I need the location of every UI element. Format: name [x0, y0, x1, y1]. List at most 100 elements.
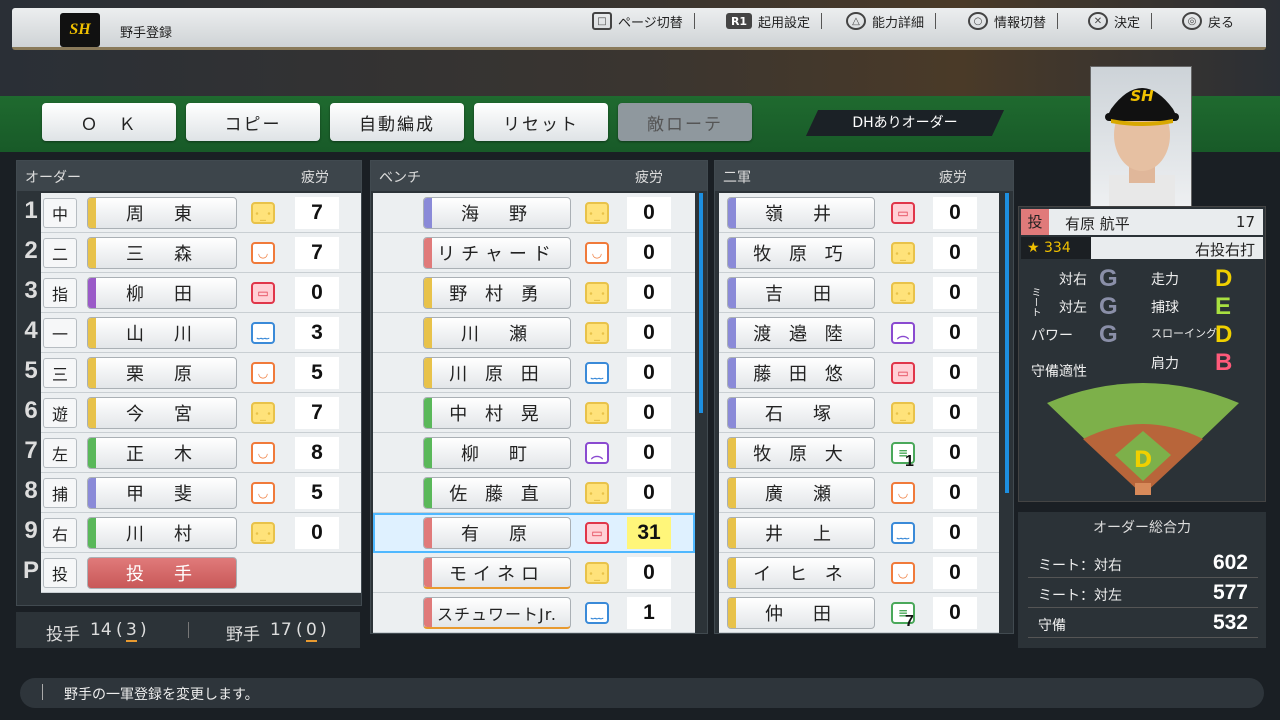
player-name-button[interactable]: 井 上	[727, 517, 875, 549]
pitcher-paren-close: )	[140, 620, 147, 640]
player-name-button[interactable]: 三 森	[87, 237, 237, 269]
player-name-button[interactable]: 川 瀬	[423, 317, 571, 349]
player-name-button[interactable]: 今 宮	[87, 397, 237, 429]
player-name-button[interactable]: 海 野	[423, 197, 571, 229]
hint-5[interactable]: ◎ 戻る	[1182, 12, 1234, 31]
player-name: 栗 原	[126, 364, 198, 385]
ok-button[interactable]: Ｏ Ｋ	[42, 103, 176, 141]
stat-grade: D	[1215, 265, 1233, 292]
hint-0[interactable]: □ ページ切替	[592, 12, 695, 31]
player-name-button[interactable]: 柳 田	[87, 277, 237, 309]
order-row[interactable]: 9右 川 村 ･_･ 0	[24, 513, 361, 553]
bench-scrollbar[interactable]	[699, 193, 703, 413]
bench-row[interactable]: 有 原 ▭ 31	[373, 513, 695, 553]
player-name-button[interactable]: 川 村	[87, 517, 237, 549]
order-row[interactable]: 6遊 今 宮 ･_･ 7	[24, 393, 361, 433]
condition-good-icon: ◡	[891, 562, 915, 584]
farm-row[interactable]: 井 上 ﹏ 0	[719, 513, 999, 553]
bench-row[interactable]: 川 原 田 ﹏ 0	[373, 353, 695, 393]
player-name-button[interactable]: 牧 原 巧	[727, 237, 875, 269]
bench-row[interactable]: 海 野 ･_･ 0	[373, 193, 695, 233]
player-name-button[interactable]: 正 木	[87, 437, 237, 469]
bench-row[interactable]: モイネロ ･_･ 0	[373, 553, 695, 593]
pitcher-subcount: 3	[126, 620, 137, 642]
player-name-button[interactable]: スチュワートJr.	[423, 597, 571, 629]
player-name-button[interactable]: 川 原 田	[423, 357, 571, 389]
farm-row[interactable]: 藤 田 悠 ▭ 0	[719, 353, 999, 393]
order-row[interactable]: 3指 柳 田 ▭ 0	[24, 273, 361, 313]
player-name-button[interactable]: 野 村 勇	[423, 277, 571, 309]
player-name-button[interactable]: 投 手	[87, 557, 237, 589]
order-fatigue-header: 疲労	[301, 170, 329, 186]
player-name-button[interactable]: 石 塚	[727, 397, 875, 429]
player-name-button[interactable]: 周 東	[87, 197, 237, 229]
player-type-bar	[88, 438, 96, 468]
farm-row[interactable]: 牧 原 巧 ･_･ 0	[719, 233, 999, 273]
farm-row[interactable]: イ ヒ ネ ◡ 0	[719, 553, 999, 593]
copy-button[interactable]: コピー	[186, 103, 320, 141]
hint-1[interactable]: R1 起用設定	[726, 12, 823, 31]
hint-4[interactable]: ✕ 決定	[1088, 12, 1153, 31]
player-name-button[interactable]: リチャード	[423, 237, 571, 269]
player-name-button[interactable]: 柳 町	[423, 437, 571, 469]
player-name-button[interactable]: 栗 原	[87, 357, 237, 389]
fatigue-value: 0	[933, 437, 977, 469]
overall-row: 守備 532	[1028, 610, 1258, 638]
player-name-button[interactable]: 中 村 晃	[423, 397, 571, 429]
condition-best-icon: ▭	[251, 282, 275, 304]
player-name-button[interactable]: 仲 田	[727, 597, 875, 629]
player-type-bar	[424, 198, 432, 228]
player-name-button[interactable]: 渡 邉 陸	[727, 317, 875, 349]
help-bar: 野手の一軍登録を変更します。	[20, 678, 1264, 708]
hint-2[interactable]: △ 能力詳細	[846, 12, 937, 31]
position-label: 三	[43, 358, 77, 388]
farm-row[interactable]: 吉 田 ･_･ 0	[719, 273, 999, 313]
order-row[interactable]: 8捕 甲 斐 ◡ 5	[24, 473, 361, 513]
hint-3[interactable]: ○ 情報切替	[968, 12, 1059, 31]
player-name-button[interactable]: 佐 藤 直	[423, 477, 571, 509]
dh-order-label: DHありオーダー	[852, 115, 958, 131]
player-name-button[interactable]: 藤 田 悠	[727, 357, 875, 389]
bench-row[interactable]: 中 村 晃 ･_･ 0	[373, 393, 695, 433]
farm-row[interactable]: 渡 邉 陸 ︵ 0	[719, 313, 999, 353]
order-row[interactable]: P投 投 手	[23, 553, 361, 593]
bench-row[interactable]: 川 瀬 ･_･ 0	[373, 313, 695, 353]
player-name-button[interactable]: 吉 田	[727, 277, 875, 309]
farm-row[interactable]: 石 塚 ･_･ 0	[719, 393, 999, 433]
bench-row[interactable]: スチュワートJr. ﹏ 1	[373, 593, 695, 633]
fatigue-value: 8	[295, 437, 339, 469]
player-name-button[interactable]: 山 川	[87, 317, 237, 349]
bench-fatigue-header: 疲労	[635, 170, 663, 186]
player-name: 川 村	[126, 524, 198, 545]
farm-row[interactable]: 牧 原 大 ≡ 1 0	[719, 433, 999, 473]
bench-row[interactable]: 柳 町 ︵ 0	[373, 433, 695, 473]
player-type-bar	[728, 478, 736, 508]
bench-row[interactable]: 野 村 勇 ･_･ 0	[373, 273, 695, 313]
farm-row[interactable]: 嶺 井 ▭ 0	[719, 193, 999, 233]
farm-row[interactable]: 仲 田 ≡ 7 0	[719, 593, 999, 633]
bench-row[interactable]: 佐 藤 直 ･_･ 0	[373, 473, 695, 513]
order-row[interactable]: 4一 山 川 ﹏ 3	[24, 313, 361, 353]
order-row[interactable]: 5三栗 原 ◡ 5	[24, 353, 361, 393]
auto-arrange-button[interactable]: 自動編成	[330, 103, 464, 141]
order-row[interactable]: 2二 三 森 ◡ 7	[24, 233, 361, 273]
position-label: 投	[43, 558, 77, 588]
player-name-button[interactable]: 嶺 井	[727, 197, 875, 229]
player-name-button[interactable]: 廣 瀬	[727, 477, 875, 509]
player-name-button[interactable]: 有 原	[423, 517, 571, 549]
player-name-button[interactable]: モイネロ	[423, 557, 571, 589]
field-diagram: D	[1047, 383, 1239, 495]
player-name-button[interactable]: 甲 斐	[87, 477, 237, 509]
player-name-button[interactable]: イ ヒ ネ	[727, 557, 875, 589]
player-name-button[interactable]: 牧 原 大	[727, 437, 875, 469]
order-row[interactable]: 7左 正 木 ◡ 8	[24, 433, 361, 473]
bench-row[interactable]: リチャード ◡ 0	[373, 233, 695, 273]
order-row[interactable]: 1中 周 東 ･_･ 7	[24, 193, 361, 233]
farm-scrollbar[interactable]	[1005, 193, 1009, 493]
meet-label: ミート	[1029, 287, 1040, 317]
condition-neutral-icon: ･_･	[585, 202, 609, 224]
bench-header-label: ベンチ	[379, 170, 421, 186]
fatigue-value: 0	[627, 437, 671, 469]
farm-row[interactable]: 廣 瀬 ◡ 0	[719, 473, 999, 513]
reset-button[interactable]: リセット	[474, 103, 608, 141]
